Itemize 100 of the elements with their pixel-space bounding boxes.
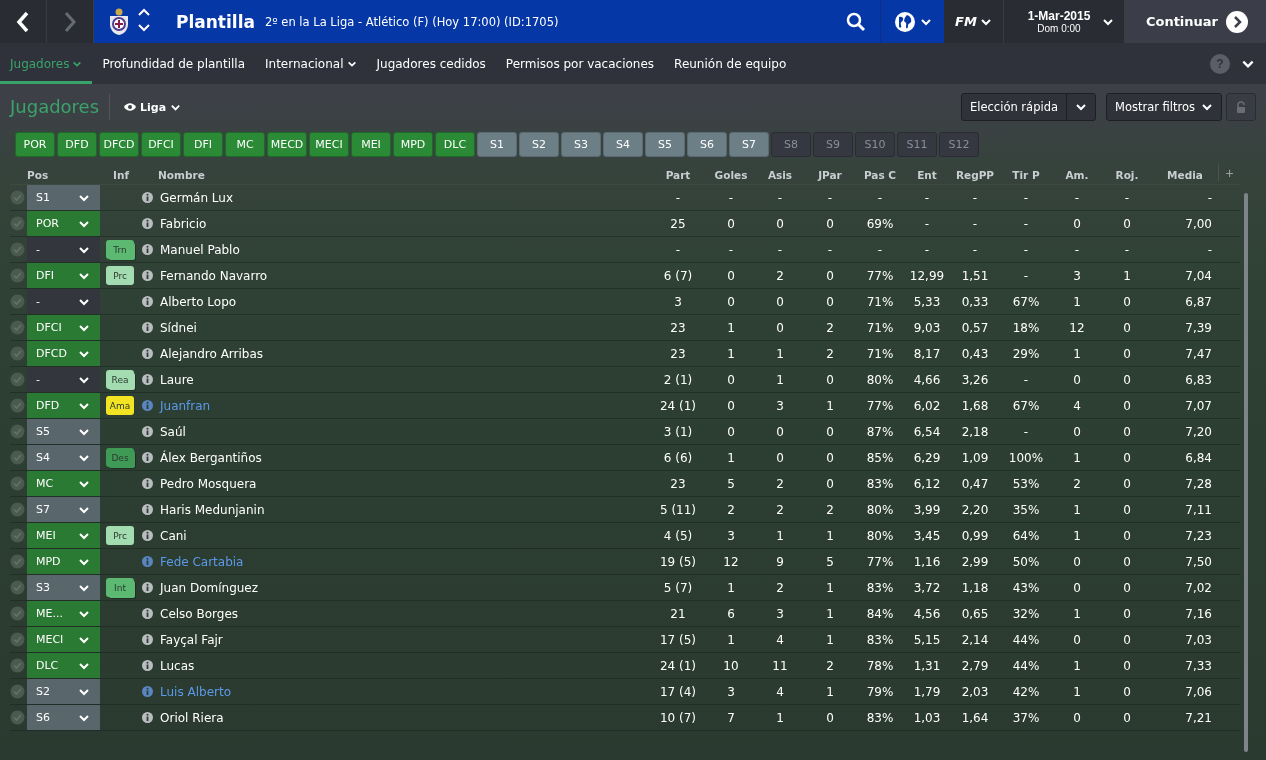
position-chip[interactable]: S5: [645, 132, 685, 157]
info-icon[interactable]: [142, 504, 153, 515]
position-chip[interactable]: MECD: [267, 132, 307, 157]
position-select[interactable]: MC: [27, 471, 100, 496]
nav-tab[interactable]: Jugadores cedidos: [366, 43, 496, 84]
check-icon[interactable]: [10, 658, 25, 673]
position-chip[interactable]: S1: [477, 132, 517, 157]
filters-dropdown[interactable]: Mostrar filtros: [1106, 93, 1222, 121]
check-icon[interactable]: [10, 450, 25, 465]
position-chip[interactable]: MPD: [393, 132, 433, 157]
column-header[interactable]: Roj.: [1102, 169, 1152, 181]
nav-tab[interactable]: Permisos por vacaciones: [495, 43, 665, 84]
player-name[interactable]: Juanfran: [158, 398, 650, 413]
check-icon[interactable]: [10, 190, 25, 205]
player-name[interactable]: Álex Bergantiños: [158, 450, 650, 465]
check-icon[interactable]: [10, 502, 25, 517]
player-name[interactable]: Haris Medunjanin: [158, 502, 650, 517]
player-name[interactable]: Sídnei: [158, 320, 650, 335]
position-chip[interactable]: DFCD: [99, 132, 139, 157]
player-name[interactable]: Fayçal Fajr: [158, 632, 650, 647]
position-select[interactable]: MEI: [27, 523, 100, 548]
position-chip[interactable]: S6: [687, 132, 727, 157]
info-icon[interactable]: [142, 218, 153, 229]
info-icon[interactable]: [142, 400, 153, 411]
check-icon[interactable]: [10, 606, 25, 621]
add-column-button[interactable]: +: [1218, 164, 1240, 181]
position-select[interactable]: S6: [27, 705, 100, 730]
position-chip[interactable]: S4: [603, 132, 643, 157]
info-icon[interactable]: [142, 322, 153, 333]
check-icon[interactable]: [10, 684, 25, 699]
player-name[interactable]: Pedro Mosquera: [158, 476, 650, 491]
position-select[interactable]: S5: [27, 419, 100, 444]
position-chip[interactable]: S10: [855, 132, 895, 157]
player-name[interactable]: Alberto Lopo: [158, 294, 650, 309]
position-select[interactable]: POR: [27, 211, 100, 236]
check-icon[interactable]: [10, 580, 25, 595]
info-icon[interactable]: [142, 712, 153, 723]
column-header[interactable]: Media: [1152, 169, 1218, 181]
info-icon[interactable]: [142, 270, 153, 281]
position-select[interactable]: DFCI: [27, 315, 100, 340]
info-icon[interactable]: [142, 374, 153, 385]
nav-tab[interactable]: Jugadores: [0, 43, 93, 84]
scrollbar[interactable]: [1244, 193, 1248, 752]
position-chip[interactable]: S9: [813, 132, 853, 157]
position-chip[interactable]: S12: [939, 132, 979, 157]
info-icon[interactable]: [142, 296, 153, 307]
info-icon[interactable]: [142, 452, 153, 463]
info-icon[interactable]: [142, 660, 153, 671]
player-name[interactable]: Laure: [158, 372, 650, 387]
column-header[interactable]: Inf: [104, 169, 138, 181]
column-header[interactable]: RegPP: [950, 169, 1000, 181]
player-name[interactable]: Manuel Pablo: [158, 242, 650, 257]
column-header[interactable]: Ent: [904, 169, 950, 181]
info-icon[interactable]: [142, 530, 153, 541]
position-chip[interactable]: DFCI: [141, 132, 181, 157]
info-icon[interactable]: [142, 556, 153, 567]
position-select[interactable]: DFD: [27, 393, 100, 418]
position-select[interactable]: MPD: [27, 549, 100, 574]
position-chip[interactable]: MC: [225, 132, 265, 157]
info-icon[interactable]: [142, 608, 153, 619]
player-name[interactable]: Cani: [158, 528, 650, 543]
info-icon[interactable]: [142, 244, 153, 255]
position-select[interactable]: S2: [27, 679, 100, 704]
player-name[interactable]: Alejandro Arribas: [158, 346, 650, 361]
check-icon[interactable]: [10, 424, 25, 439]
info-icon[interactable]: [142, 686, 153, 697]
position-chip[interactable]: S3: [561, 132, 601, 157]
info-icon[interactable]: [142, 348, 153, 359]
nav-tab[interactable]: Reunión de equipo: [664, 43, 797, 84]
player-name[interactable]: Oriol Riera: [158, 710, 650, 725]
position-chip[interactable]: POR: [15, 132, 55, 157]
position-chip[interactable]: S11: [897, 132, 937, 157]
info-icon[interactable]: [142, 192, 153, 203]
check-icon[interactable]: [10, 632, 25, 647]
column-header[interactable]: Part: [650, 169, 706, 181]
position-chip[interactable]: DFI: [183, 132, 223, 157]
player-name[interactable]: Germán Lux: [158, 190, 650, 205]
column-header[interactable]: Nombre: [158, 169, 650, 181]
position-chip[interactable]: MECI: [309, 132, 349, 157]
position-select[interactable]: -: [27, 367, 100, 392]
player-name[interactable]: Fernando Navarro: [158, 268, 650, 283]
position-select[interactable]: DFI: [27, 263, 100, 288]
info-icon[interactable]: [142, 634, 153, 645]
column-header[interactable]: JPar: [804, 169, 856, 181]
check-icon[interactable]: [10, 294, 25, 309]
player-name[interactable]: Lucas: [158, 658, 650, 673]
position-chip[interactable]: S8: [771, 132, 811, 157]
info-icon[interactable]: [142, 582, 153, 593]
check-icon[interactable]: [10, 372, 25, 387]
view-dropdown[interactable]: Liga: [118, 99, 188, 115]
position-select[interactable]: DLC: [27, 653, 100, 678]
player-name[interactable]: Luis Alberto: [158, 684, 650, 699]
player-name[interactable]: Saúl: [158, 424, 650, 439]
check-icon[interactable]: [10, 528, 25, 543]
nav-tab[interactable]: Internacional: [255, 43, 367, 84]
position-select[interactable]: DFCD: [27, 341, 100, 366]
column-header[interactable]: Tir P: [1000, 169, 1052, 181]
check-icon[interactable]: [10, 346, 25, 361]
position-select[interactable]: MECI: [27, 627, 100, 652]
column-header[interactable]: Goles: [706, 169, 756, 181]
